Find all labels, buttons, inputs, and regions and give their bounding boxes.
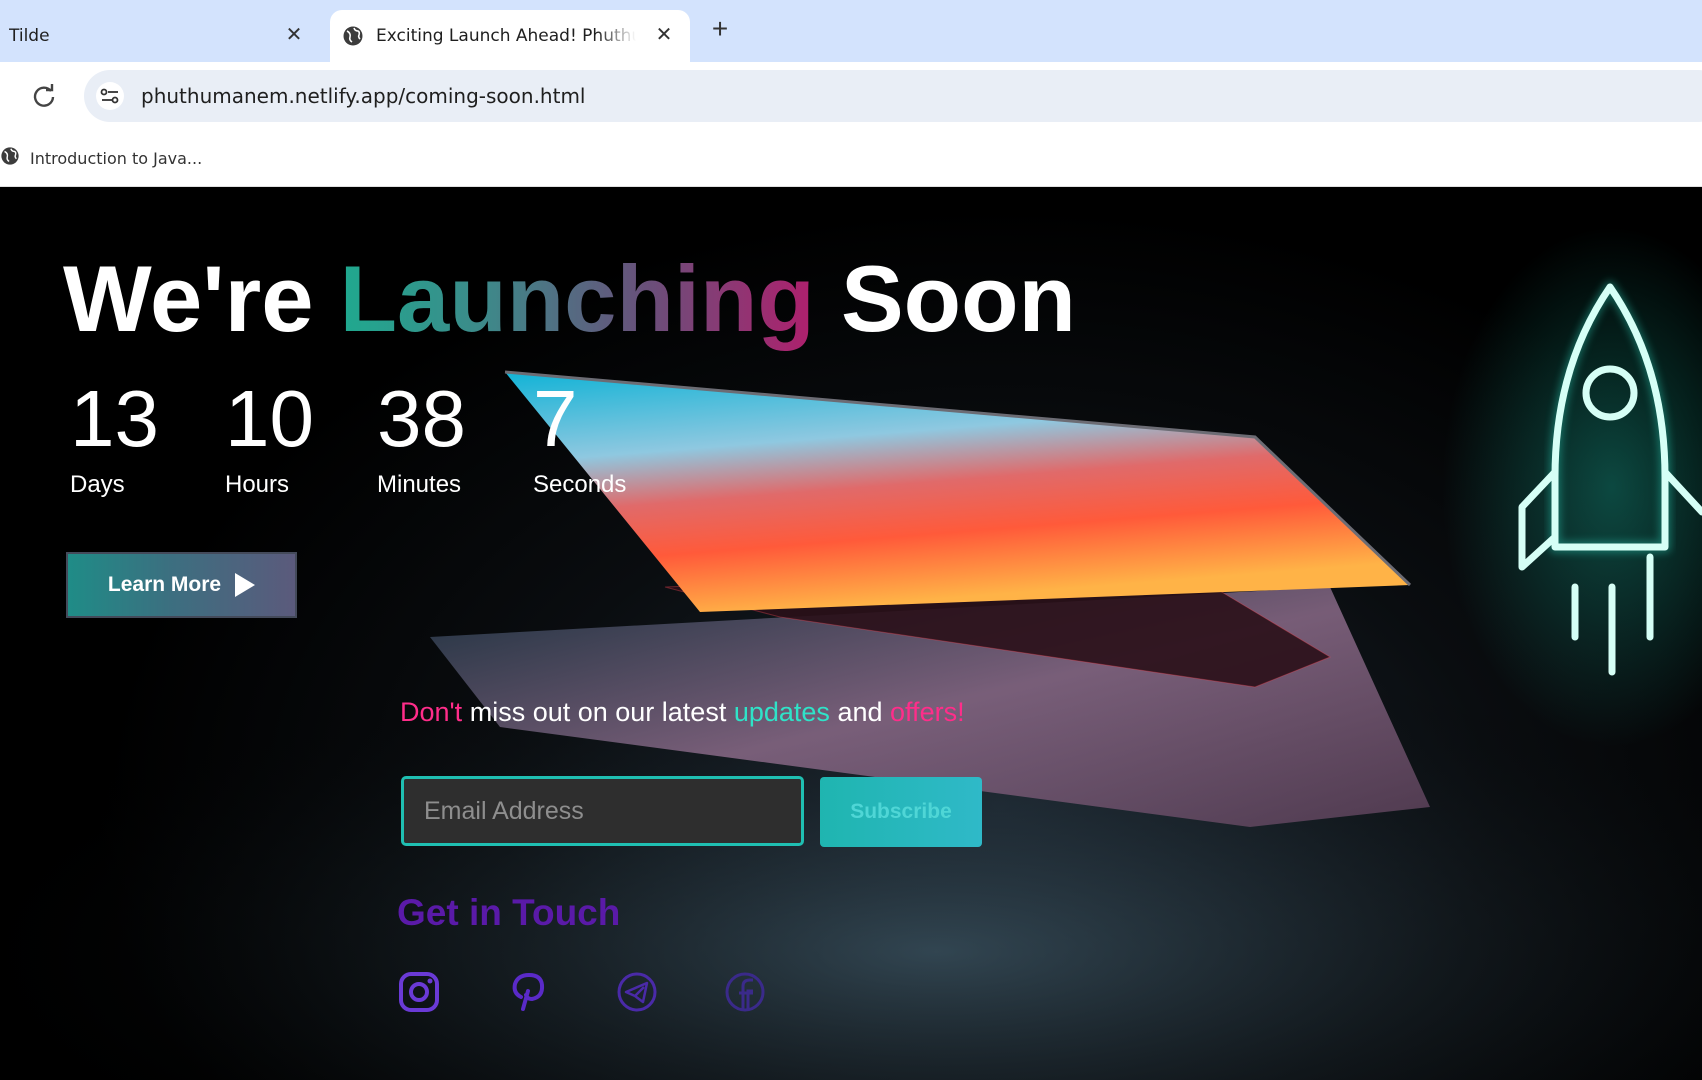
pinterest-icon[interactable] xyxy=(505,969,551,1015)
countdown-hours: 10 Hours xyxy=(225,379,314,499)
page-title: We're Launching Soon xyxy=(63,245,1076,353)
tab-title: Tilde xyxy=(9,26,50,46)
countdown-value: 7 xyxy=(533,374,578,463)
tagline-word: updates xyxy=(733,697,830,727)
coming-soon-page: We're Launching Soon 13 Days 10 Hours 38… xyxy=(0,187,1702,1080)
title-word: Soon xyxy=(840,246,1076,351)
tagline-word: offers! xyxy=(890,697,965,727)
countdown-unit: Days xyxy=(70,471,125,498)
instagram-icon[interactable] xyxy=(396,969,442,1015)
countdown-seconds: 7 Seconds xyxy=(533,379,626,499)
newsletter-tagline: Don't miss out on our latest updates and… xyxy=(400,697,965,728)
plus-icon[interactable]: + xyxy=(706,15,734,44)
countdown-unit: Seconds xyxy=(533,471,627,498)
tagline-word: miss out on our latest xyxy=(469,697,727,727)
tune-icon[interactable] xyxy=(96,82,124,110)
tab-title: Exciting Launch Ahead! Phuthuma xyxy=(376,26,636,46)
close-icon[interactable]: ✕ xyxy=(282,22,306,46)
countdown-unit: Minutes xyxy=(377,471,462,498)
globe-icon xyxy=(0,146,20,170)
countdown-unit: Hours xyxy=(225,471,290,498)
facebook-icon[interactable] xyxy=(722,969,768,1015)
email-field[interactable] xyxy=(401,776,804,846)
url-text: phuthumanem.netlify.app/coming-soon.html xyxy=(141,84,586,108)
reload-icon[interactable] xyxy=(30,82,58,110)
bookmark-item[interactable]: Introduction to Java... xyxy=(0,146,202,170)
tab-tilde[interactable]: Tilde ✕ xyxy=(0,10,320,62)
learn-more-label: Learn More xyxy=(107,573,222,596)
bookmark-label: Introduction to Java... xyxy=(30,148,203,168)
countdown-value: 38 xyxy=(377,374,466,463)
browser-toolbar: phuthumanem.netlify.app/coming-soon.html xyxy=(0,62,1702,132)
address-bar[interactable]: phuthumanem.netlify.app/coming-soon.html xyxy=(84,70,1702,122)
title-highlight: Launching xyxy=(339,246,815,351)
tagline-word: Don't xyxy=(400,697,463,727)
tab-strip: Tilde ✕ Exciting Launch Ahead! Phuthuma … xyxy=(0,0,1702,62)
telegram-icon[interactable] xyxy=(614,969,660,1015)
countdown-days: 13 Days xyxy=(70,379,159,499)
countdown-value: 13 xyxy=(70,374,159,463)
get-in-touch-heading: Get in Touch xyxy=(397,892,621,933)
bookmarks-bar: Introduction to Java... xyxy=(0,132,1702,187)
countdown-minutes: 38 Minutes xyxy=(377,379,466,499)
title-word: We're xyxy=(63,246,314,351)
play-icon xyxy=(235,573,256,597)
countdown-value: 10 xyxy=(225,374,314,463)
tagline-word: and xyxy=(837,697,883,727)
globe-icon xyxy=(342,25,364,47)
tab-active-launch[interactable]: Exciting Launch Ahead! Phuthuma ✕ xyxy=(330,10,690,62)
learn-more-button[interactable]: Learn More xyxy=(66,552,297,618)
close-icon[interactable]: ✕ xyxy=(652,22,676,46)
subscribe-button[interactable]: Subscribe xyxy=(820,777,982,847)
